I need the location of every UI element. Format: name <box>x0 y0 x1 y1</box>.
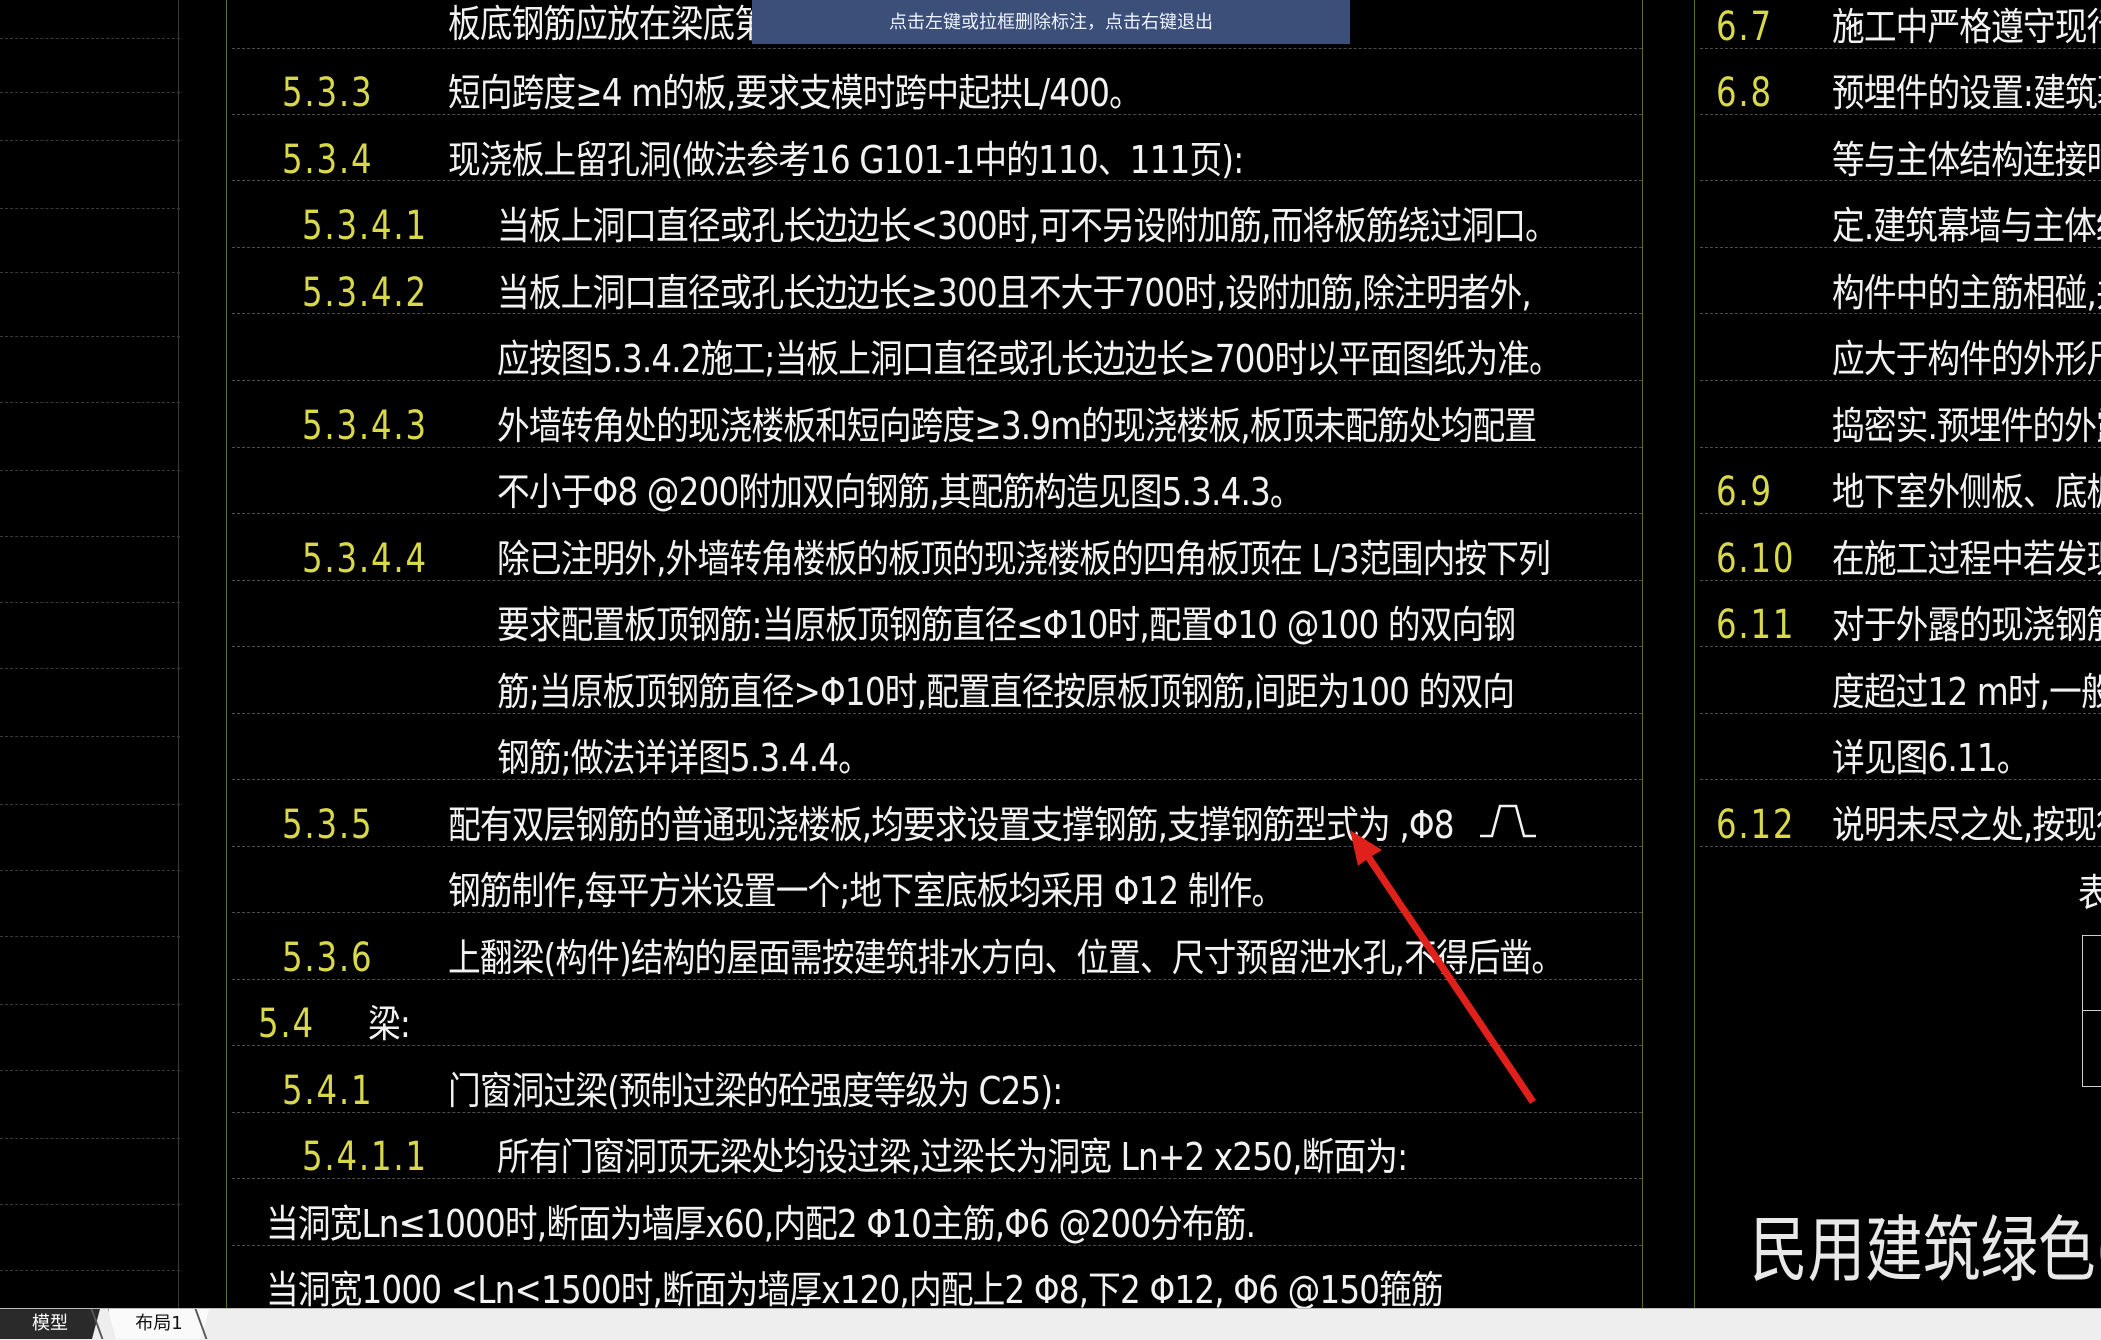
margin-tick <box>0 402 180 403</box>
cad-drawing-canvas[interactable]: 板底钢筋应放在梁底第一排 5.3.3 短向跨度≥4 m的板,要求支模时跨中起拱L… <box>0 0 2101 1308</box>
tab-model[interactable]: 模型 <box>0 1309 100 1339</box>
spec-number: 6.9 <box>1716 469 1773 515</box>
red-arrow-icon <box>1350 830 1536 1104</box>
spec-text: 当洞宽Ln≤1000时,断面为墙厚x60,内配2 Φ10主筋,Φ6 @200分布… <box>266 1202 1256 1246</box>
spec-text: 所有门窗洞顶无梁处均设过梁,过梁长为洞宽 Ln+2 x250,断面为: <box>497 1135 1408 1179</box>
margin-tick <box>0 140 180 141</box>
row-divider <box>232 48 1642 49</box>
spec-text: 钢筋;做法详详图5.3.4.4。 <box>497 736 871 780</box>
spec-text: 在施工过程中若发现设计 <box>1832 537 2101 581</box>
spec-number: 5.3.6 <box>282 935 374 981</box>
spec-text: 施工中严格遵守现行有关 <box>1832 5 2101 49</box>
row-divider <box>232 779 1642 780</box>
margin-tick <box>0 92 180 93</box>
spec-number: 5.3.4.3 <box>302 403 428 449</box>
spec-text: 预埋件的设置:建筑幕墙 <box>1832 71 2101 115</box>
margin-tick <box>0 1138 180 1139</box>
margin-tick <box>0 870 180 871</box>
spec-number: 6.12 <box>1716 802 1796 848</box>
spec-number: 5.3.4 <box>282 137 374 183</box>
frame-line <box>178 0 179 1308</box>
margin-tick <box>0 936 180 937</box>
spec-text: 对于外露的现浇钢筋混凝 <box>1832 603 2101 647</box>
spec-text: 外墙转角处的现浇楼板和短向跨度≥3.9m的现浇楼板,板顶未配筋处均配置 <box>497 404 1537 448</box>
table-label: 表 <box>2078 870 2101 916</box>
margin-tick <box>0 602 180 603</box>
margin-tick <box>0 208 180 209</box>
spec-number: 5.3.4.2 <box>302 270 428 316</box>
spec-text: 定.建筑幕墙与主体结构 <box>1832 204 2101 248</box>
spec-text: 应按图5.3.4.2施工;当板上洞口直径或孔长边边长≥700时以平面图纸为准。 <box>497 337 1562 381</box>
margin-tick <box>0 272 180 273</box>
margin-tick <box>0 804 180 805</box>
margin-tick <box>0 38 180 39</box>
spec-number: 5.4.1.1 <box>302 1134 428 1180</box>
frame-line <box>1642 0 1643 1308</box>
margin-tick <box>0 736 180 737</box>
spec-text: 等与主体结构连接时,各 <box>1832 138 2101 182</box>
spec-number: 5.4.1 <box>282 1068 374 1114</box>
spec-number: 5.4 <box>258 1001 315 1047</box>
spec-text: 筋;当原板顶钢筋直径>Φ10时,配置直径按原板顶钢筋,间距为100 的双向 <box>497 670 1515 714</box>
tab-layout-1[interactable]: 布局1 <box>108 1309 209 1339</box>
spec-text: 应大于构件的外形尺寸, <box>1832 337 2101 381</box>
spec-text: 梁: <box>368 1002 411 1046</box>
margin-tick <box>0 1204 180 1205</box>
command-hint-bar: 点击左键或拉框删除标注，点击右键退出 <box>752 0 1350 44</box>
section-title: 民用建筑绿色(节 <box>1750 1208 2101 1292</box>
spec-text: 详见图6.11。 <box>1832 736 2029 780</box>
spec-text: 构件中的主筋相碰,并应 <box>1832 271 2101 315</box>
margin-tick <box>0 668 180 669</box>
table-frame <box>2082 935 2101 1087</box>
spec-text: 说明未尽之处,按现行规 <box>1832 803 2101 847</box>
table-frame <box>2082 1010 2101 1011</box>
spec-text: 度超过12 m时,一般应设 <box>1832 670 2101 714</box>
spec-text: 不小于Φ8 @200附加双向钢筋,其配筋构造见图5.3.4.3。 <box>497 470 1303 514</box>
frame-line <box>226 0 227 1308</box>
margin-tick <box>0 336 180 337</box>
spec-text: 当洞宽1000 <Ln<1500时,断面为墙厚x120,内配上2 Φ8,下2 Φ… <box>266 1268 1444 1308</box>
spec-text: 当板上洞口直径或孔长边边长≥300且不大于700时,设附加筋,除注明者外, <box>497 271 1532 315</box>
spec-number: 5.3.4.1 <box>302 203 428 249</box>
spec-text: 捣密实.预埋件的外露部 <box>1832 404 2101 448</box>
spec-number: 5.3.4.4 <box>302 536 428 582</box>
spec-text: 当板上洞口直径或孔长边边长<300时,可不另设附加筋,而将板筋绕过洞口。 <box>497 204 1558 248</box>
margin-tick <box>0 1070 180 1071</box>
spec-text: 要求配置板顶钢筋:当原板顶钢筋直径≤Φ10时,配置Φ10 @100 的双向钢 <box>497 603 1516 647</box>
spec-number: 5.3.3 <box>282 70 374 116</box>
margin-tick <box>0 1270 180 1271</box>
spec-text: 短向跨度≥4 m的板,要求支模时跨中起拱L/400。 <box>448 71 1142 115</box>
margin-tick <box>0 470 180 471</box>
spec-number: 6.7 <box>1716 4 1773 50</box>
spec-number: 5.3.5 <box>282 802 374 848</box>
spec-text: 现浇板上留孔洞(做法参考16 G101-1中的110、111页): <box>448 138 1244 182</box>
spec-text: 门窗洞过梁(预制过梁的砼强度等级为 C25): <box>448 1069 1063 1113</box>
spec-text: 地下室外侧板、底板、 <box>1832 470 2101 514</box>
layout-tab-bar: 模型 布局1 <box>0 1308 2101 1340</box>
spec-number: 6.11 <box>1716 602 1796 648</box>
margin-tick <box>0 536 180 537</box>
spec-number: 6.8 <box>1716 70 1773 116</box>
spec-text: 除已注明外,外墙转角楼板的板顶的现浇楼板的四角板顶在 L/3范围内按下列 <box>497 537 1551 581</box>
spec-number: 6.10 <box>1716 536 1796 582</box>
frame-line <box>1694 0 1695 1308</box>
spec-text: 钢筋制作,每平方米设置一个;地下室底板均采用 Φ12 制作。 <box>448 869 1284 913</box>
margin-tick <box>0 1004 180 1005</box>
spec-text: 配有双层钢筋的普通现浇楼板,均要求设置支撑钢筋,支撑钢筋型式为 ,Φ8 <box>448 803 1455 847</box>
